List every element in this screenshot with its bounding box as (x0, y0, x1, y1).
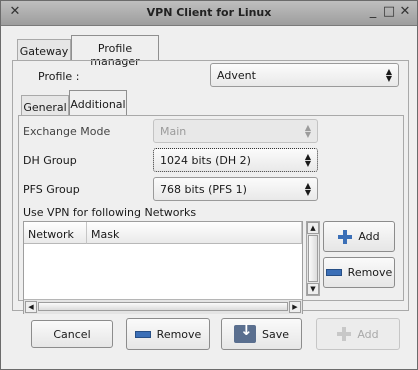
save-button[interactable]: Save (221, 318, 302, 350)
profile-select[interactable]: Advent ▲ ▼ (210, 63, 399, 87)
exchange-mode-label: Exchange Mode (23, 125, 111, 138)
column-header-mask[interactable]: Mask (87, 222, 302, 244)
scroll-right-arrow-icon[interactable]: ▶ (289, 301, 301, 313)
remove-profile-button[interactable]: Remove (126, 318, 210, 350)
updown-arrow-icon: ▲ ▼ (304, 123, 311, 139)
remove-network-button[interactable]: Remove (323, 257, 395, 288)
vertical-scroll-thumb[interactable] (308, 235, 318, 282)
scroll-up-arrow-icon[interactable]: ▲ (307, 222, 319, 234)
minimize-icon[interactable]: _ (365, 4, 381, 20)
column-header-network[interactable]: Network (24, 222, 87, 244)
save-button-label: Save (261, 327, 289, 341)
title-bar: ✕ VPN Client for Linux _ □ ✕ (1, 1, 417, 26)
dh-group-value: 1024 bits (DH 2) (160, 154, 251, 167)
tab-general-label: General (23, 101, 67, 114)
tab-additional[interactable]: Additional (69, 90, 127, 116)
dh-group-label: DH Group (23, 154, 77, 167)
add-profile-button-label: Add (357, 327, 379, 341)
scroll-down-arrow-icon[interactable]: ▼ (307, 283, 319, 295)
add-profile-button[interactable]: Add (316, 318, 400, 350)
save-icon (233, 321, 256, 343)
cancel-button[interactable]: Cancel (31, 320, 113, 348)
profile-label: Profile : (38, 70, 80, 83)
updown-arrow-icon: ▲ ▼ (304, 181, 311, 197)
add-network-button[interactable]: Add (323, 221, 395, 252)
app-window: ✕ VPN Client for Linux _ □ ✕ Gateway Pro… (0, 0, 418, 370)
remove-icon (325, 269, 342, 276)
column-header-network-label: Network (28, 228, 74, 241)
vertical-scrollbar[interactable]: ▲ ▼ (306, 221, 320, 296)
profile-select-value: Advent (217, 69, 256, 82)
exchange-mode-value: Main (160, 125, 187, 138)
tab-additional-label: Additional (70, 98, 126, 111)
scroll-left-arrow-icon[interactable]: ◀ (25, 301, 37, 313)
maximize-icon[interactable]: □ (381, 4, 397, 20)
dh-group-select[interactable]: 1024 bits (DH 2) ▲ ▼ (153, 148, 318, 172)
add-network-button-label: Add (358, 230, 380, 243)
pfs-group-label: PFS Group (23, 183, 80, 196)
networks-table[interactable]: Network Mask ◀ ▶ (23, 221, 303, 314)
horizontal-scroll-thumb[interactable] (38, 302, 288, 311)
tab-general[interactable]: General (21, 95, 69, 115)
pfs-group-select[interactable]: 768 bits (PFS 1) ▲ ▼ (153, 177, 318, 201)
tab-gateway[interactable]: Gateway (17, 39, 71, 60)
horizontal-scrollbar[interactable]: ◀ ▶ (24, 299, 302, 314)
cancel-button-label: Cancel (53, 327, 91, 341)
updown-arrow-icon: ▲ ▼ (385, 67, 392, 83)
remove-profile-button-label: Remove (156, 327, 202, 341)
close-icon[interactable]: ✕ (397, 4, 413, 20)
tab-gateway-label: Gateway (19, 45, 69, 58)
tab-profile-manager[interactable]: Profile manager (71, 35, 159, 68)
remove-icon (134, 330, 151, 338)
updown-arrow-icon: ▲ ▼ (304, 152, 311, 168)
add-icon (338, 229, 353, 244)
pfs-group-value: 768 bits (PFS 1) (160, 183, 247, 196)
add-icon (337, 327, 352, 341)
window-title: VPN Client for Linux (146, 6, 272, 19)
networks-label: Use VPN for following Networks (23, 206, 197, 219)
remove-network-button-label: Remove (347, 266, 393, 279)
column-header-mask-label: Mask (91, 228, 120, 241)
exchange-mode-select: Main ▲ ▼ (153, 119, 318, 143)
